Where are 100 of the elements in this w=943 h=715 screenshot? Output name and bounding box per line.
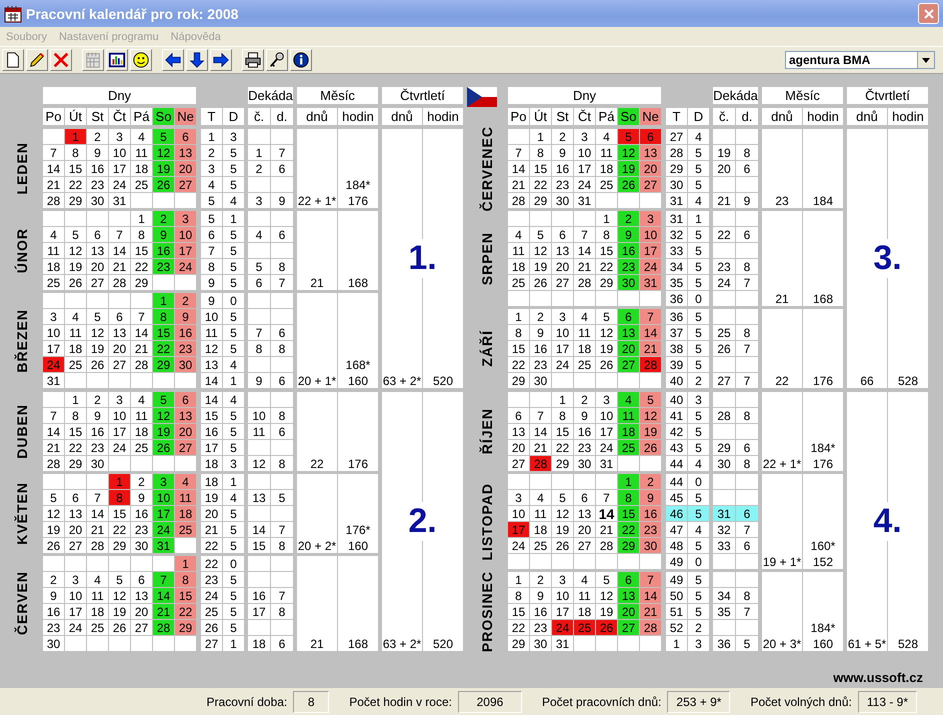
- day-cell: 18: [175, 506, 196, 521]
- day-cell: 5: [153, 129, 174, 144]
- column-header: dnů: [762, 108, 802, 125]
- day-cell: 3: [43, 309, 64, 324]
- close-button[interactable]: [918, 3, 939, 24]
- day-cell: 26: [618, 177, 639, 192]
- day-cell: 5: [65, 227, 86, 242]
- day-cell: 6: [87, 227, 108, 242]
- decade-days-cell: 8: [736, 456, 758, 471]
- day-cell: 5: [530, 227, 551, 242]
- workdays-cell: 4: [688, 456, 709, 471]
- day-cell: 21: [530, 440, 551, 455]
- key-icon: [268, 51, 286, 69]
- decade-days-cell: 7: [271, 145, 293, 160]
- edit-button[interactable]: [26, 49, 48, 71]
- day-cell: 27: [87, 275, 108, 290]
- day-cell: 26: [109, 620, 130, 635]
- day-cell: 24: [596, 440, 617, 455]
- day-cell: 19: [530, 259, 551, 274]
- menu-item[interactable]: Nápověda: [170, 30, 221, 42]
- day-cell: 30: [87, 456, 108, 471]
- week-number-cell: 1: [201, 129, 222, 144]
- weekday-header: Po: [43, 108, 64, 125]
- day-cell: 20: [87, 259, 108, 274]
- chart-button[interactable]: [106, 49, 128, 71]
- weekday-header: Út: [65, 108, 86, 125]
- day-cell: 11: [131, 408, 152, 423]
- day-cell: 18: [618, 424, 639, 439]
- workdays-cell: 0: [688, 291, 709, 306]
- smiley-button[interactable]: [130, 49, 152, 71]
- info-button[interactable]: [290, 49, 312, 71]
- day-cell: 13: [175, 408, 196, 423]
- day-cell: 23: [153, 259, 174, 274]
- day-cell: 3: [552, 309, 573, 324]
- print-button[interactable]: [242, 49, 264, 71]
- day-cell: 7: [640, 309, 661, 324]
- decade-number-cell: 28: [713, 408, 735, 423]
- next-button[interactable]: [210, 49, 232, 71]
- decade-number-cell: 10: [248, 408, 270, 423]
- day-cell: 17: [153, 506, 174, 521]
- new-button[interactable]: [2, 49, 24, 71]
- day-cell: 21: [574, 259, 595, 274]
- quarter-hours-value: 520: [432, 374, 454, 388]
- day-cell: 15: [618, 506, 639, 521]
- day-cell: 4: [530, 490, 551, 505]
- day-cell: 29: [131, 275, 152, 290]
- week-number-cell: 21: [201, 522, 222, 537]
- day-cell: 22: [131, 259, 152, 274]
- close-icon: [922, 8, 934, 20]
- delete-button[interactable]: [50, 49, 72, 71]
- day-cell: 23: [87, 177, 108, 192]
- decade-days-cell: 5: [271, 490, 293, 505]
- workdays-cell: 1: [223, 373, 244, 388]
- status-label: Počet pracovních dnů:: [542, 694, 662, 708]
- month-days-value: 21: [310, 276, 324, 290]
- week-number-cell: 50: [666, 588, 687, 603]
- month-days-value: 22 + 1*: [762, 456, 802, 470]
- day-cell: 15: [508, 604, 529, 619]
- day-cell: 3: [508, 490, 529, 505]
- day-cell: 12: [640, 408, 661, 423]
- month-days-value: 22: [310, 456, 324, 470]
- day-cell: 21: [87, 522, 108, 537]
- day-cell: 22: [508, 357, 529, 372]
- week-number-cell: 14: [201, 373, 222, 388]
- day-cell: 8: [508, 325, 529, 340]
- settings-button[interactable]: [266, 49, 288, 71]
- day-cell: 17: [175, 243, 196, 258]
- day-cell: 7: [530, 408, 551, 423]
- day-cell: 9: [175, 309, 196, 324]
- month-hours-value: 176: [812, 456, 834, 470]
- weekday-header: Ne: [175, 108, 196, 125]
- day-cell: 26: [65, 275, 86, 290]
- menu-item[interactable]: Nastavení programu: [58, 30, 159, 42]
- day-cell: 3: [65, 572, 86, 587]
- month-hours-value: 184*: [346, 178, 370, 192]
- day-cell: 22: [175, 604, 196, 619]
- company-dropdown[interactable]: agentura BMA: [785, 51, 935, 69]
- down-button[interactable]: [186, 49, 208, 71]
- day-cell: 6: [131, 572, 152, 587]
- dropdown-button[interactable]: [917, 52, 934, 68]
- month-name: ZÁŘÍ: [479, 330, 495, 367]
- month-days-value: 23: [775, 194, 789, 208]
- day-cell: 11: [574, 588, 595, 603]
- day-cell: 26: [87, 357, 108, 372]
- decade-days-cell: 6: [271, 325, 293, 340]
- column-header: T: [666, 108, 687, 125]
- previous-button[interactable]: [162, 49, 184, 71]
- day-cell: 31: [574, 193, 595, 208]
- menu-item[interactable]: Soubory: [6, 30, 47, 42]
- decade-number-cell: 21: [713, 193, 735, 208]
- calendar-button[interactable]: [82, 49, 104, 71]
- website-link[interactable]: www.ussoft.cz: [833, 670, 923, 685]
- day-cell: 8: [618, 490, 639, 505]
- day-cell: 15: [131, 243, 152, 258]
- week-number-cell: 20: [201, 506, 222, 521]
- month-hours-value: 176: [348, 194, 368, 208]
- day-cell: 25: [530, 538, 551, 553]
- day-cell: 10: [175, 227, 196, 242]
- day-cell: 16: [552, 161, 573, 176]
- week-number-cell: 43: [666, 440, 687, 455]
